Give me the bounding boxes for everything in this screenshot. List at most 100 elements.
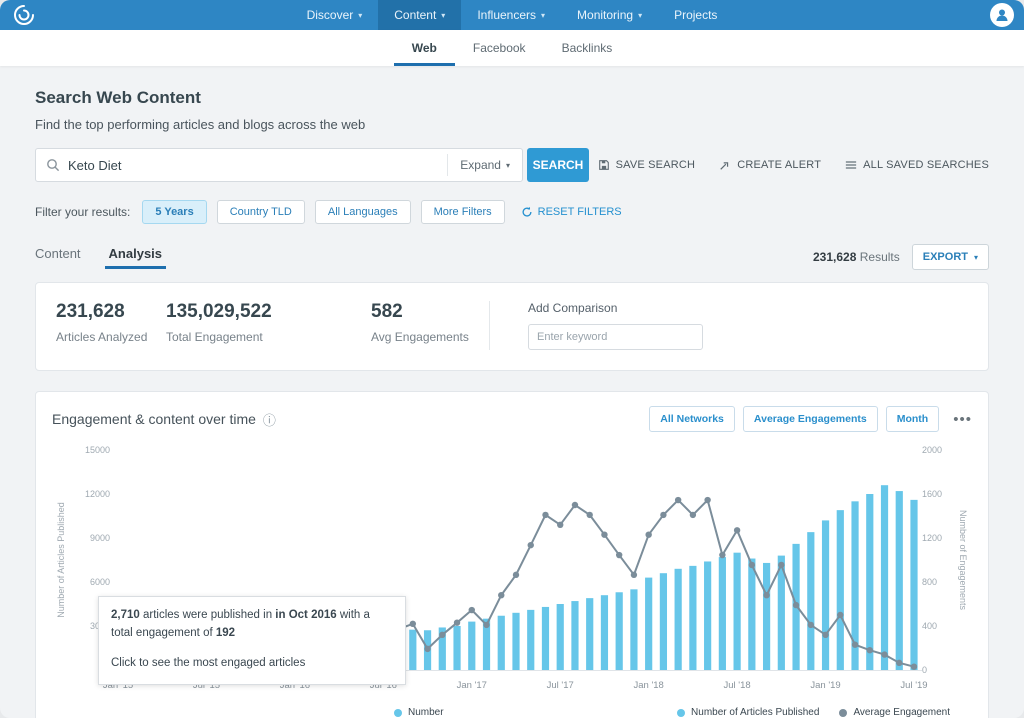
search-icon	[36, 158, 68, 172]
legend-label: Number of Articles Published	[691, 707, 819, 718]
svg-text:Number of Articles Published: Number of Articles Published	[56, 502, 66, 618]
filter-chip-country-tld[interactable]: Country TLD	[217, 200, 305, 224]
legend-label: Average Engagement	[853, 707, 950, 718]
results-label: Results	[860, 250, 900, 264]
info-icon[interactable]: ⓘ	[263, 410, 276, 429]
results-wrap: 231,628 Results EXPORT ▾	[813, 244, 989, 270]
nav-item-content[interactable]: Content ▾	[378, 0, 461, 30]
nav-item-discover[interactable]: Discover ▾	[291, 0, 379, 30]
stat-avg-engagements: 582 Avg Engagements	[371, 301, 489, 344]
svg-text:2000: 2000	[922, 446, 942, 455]
comparison-keyword-input[interactable]	[528, 324, 703, 350]
nav-label: Discover	[307, 8, 354, 22]
filter-chip-more-filters[interactable]: More Filters	[421, 200, 505, 224]
svg-text:Jul '17: Jul '17	[547, 680, 574, 691]
chart-controls: All Networks Average Engagements Month •…	[649, 406, 972, 432]
svg-text:Jan '18: Jan '18	[633, 680, 663, 691]
engagement-chart-card: Engagement & content over time ⓘ All Net…	[35, 391, 989, 718]
logo-swirl-icon	[12, 3, 36, 27]
svg-text:Jul '18: Jul '18	[724, 680, 751, 691]
legend-label: Number of Articles Published	[408, 707, 446, 718]
stat-value: 135,029,522	[166, 301, 371, 323]
chart-header: Engagement & content over time ⓘ All Net…	[52, 406, 972, 432]
search-input[interactable]	[68, 158, 447, 173]
filter-chip-5-years[interactable]: 5 Years	[142, 200, 206, 224]
nav-label: Content	[394, 8, 436, 22]
add-comparison: Add Comparison	[510, 301, 703, 350]
svg-text:1200: 1200	[922, 533, 942, 543]
expand-toggle[interactable]: Expand ▾	[447, 154, 522, 176]
all-saved-searches-button[interactable]: ALL SAVED SEARCHES	[845, 159, 989, 171]
search-box: Expand ▾	[35, 148, 523, 182]
legend-item-truncated[interactable]: Number of Articles Published	[394, 707, 446, 718]
nav-items: Discover ▾ Content ▾ Influencers ▾ Monit…	[0, 0, 1024, 30]
create-alert-label: CREATE ALERT	[737, 159, 821, 171]
svg-text:Number of Engagements: Number of Engagements	[958, 510, 968, 611]
chart-tooltip: 2,710 articles were published in in Oct …	[98, 596, 406, 685]
top-navigation: Discover ▾ Content ▾ Influencers ▾ Monit…	[0, 0, 1024, 30]
main-content: Search Web Content Find the top performi…	[0, 88, 1024, 718]
month-button[interactable]: Month	[886, 406, 940, 432]
legend-item-engagement[interactable]: Average Engagement	[839, 707, 950, 718]
svg-text:Jan '17: Jan '17	[457, 680, 487, 691]
nav-item-influencers[interactable]: Influencers ▾	[461, 0, 561, 30]
buzzsumo-logo[interactable]	[12, 3, 36, 32]
svg-text:12000: 12000	[85, 489, 110, 499]
list-icon	[845, 159, 857, 171]
search-row: Expand ▾ SEARCH SAVE SEARCH	[35, 148, 989, 182]
add-comparison-label: Add Comparison	[528, 301, 703, 315]
chevron-down-icon: ▾	[506, 161, 510, 170]
average-engagements-button[interactable]: Average Engagements	[743, 406, 878, 432]
stat-label: Avg Engagements	[371, 330, 489, 344]
stat-label: Total Engagement	[166, 330, 371, 344]
chart-area[interactable]: 0300060009000120001500004008001200160020…	[52, 446, 972, 701]
svg-text:400: 400	[922, 621, 937, 631]
chevron-down-icon: ▾	[974, 253, 978, 262]
export-label: EXPORT	[923, 251, 968, 263]
expand-label: Expand	[460, 158, 501, 172]
subtab-web[interactable]: Web	[394, 30, 455, 66]
reset-filters-label: RESET FILTERS	[538, 206, 622, 218]
stat-value: 231,628	[56, 301, 166, 323]
results-count: 231,628 Results	[813, 250, 900, 264]
filter-chip-all-languages[interactable]: All Languages	[315, 200, 411, 224]
svg-text:15000: 15000	[85, 446, 110, 455]
legend-dot-articles-icon	[677, 709, 685, 717]
svg-text:1600: 1600	[922, 489, 942, 499]
page-subtitle: Find the top performing articles and blo…	[35, 117, 989, 132]
chart-legend: Number of Articles Published Number of A…	[52, 703, 972, 718]
chart-title: Engagement & content over time ⓘ	[52, 410, 276, 429]
chevron-down-icon: ▾	[358, 11, 362, 20]
tab-content[interactable]: Content	[35, 246, 81, 269]
more-options-icon[interactable]: •••	[953, 411, 972, 428]
user-avatar[interactable]	[990, 3, 1014, 27]
stat-articles-analyzed: 231,628 Articles Analyzed	[56, 301, 166, 344]
search-actions: SAVE SEARCH CREATE ALERT ALL SAVED	[598, 159, 989, 171]
subtab-label: Web	[412, 41, 437, 55]
refresh-icon	[521, 206, 533, 218]
search-button[interactable]: SEARCH	[527, 148, 589, 182]
filter-row: Filter your results: 5 Years Country TLD…	[35, 200, 989, 224]
export-button[interactable]: EXPORT ▾	[912, 244, 989, 270]
subtab-facebook[interactable]: Facebook	[455, 30, 544, 66]
legend-right: Number of Articles Published Average Eng…	[677, 707, 950, 718]
chevron-down-icon: ▾	[541, 11, 545, 20]
nav-item-projects[interactable]: Projects	[658, 0, 733, 30]
svg-text:Jan '19: Jan '19	[810, 680, 840, 691]
create-alert-button[interactable]: CREATE ALERT	[719, 159, 821, 171]
nav-label: Influencers	[477, 8, 536, 22]
nav-item-monitoring[interactable]: Monitoring ▾	[561, 0, 658, 30]
all-networks-button[interactable]: All Networks	[649, 406, 735, 432]
tab-analysis[interactable]: Analysis	[109, 246, 162, 269]
legend-item-articles[interactable]: Number of Articles Published	[677, 707, 819, 718]
analysis-tabs-row: Content Analysis 231,628 Results EXPORT …	[35, 244, 989, 270]
svg-text:800: 800	[922, 577, 937, 587]
save-search-button[interactable]: SAVE SEARCH	[598, 159, 696, 171]
subtab-backlinks[interactable]: Backlinks	[544, 30, 631, 66]
reset-filters-button[interactable]: RESET FILTERS	[521, 206, 622, 218]
subtab-label: Backlinks	[562, 41, 613, 55]
nav-label: Monitoring	[577, 8, 633, 22]
person-icon	[994, 7, 1010, 23]
legend-dot-engagement-icon	[839, 709, 847, 717]
app-window: Discover ▾ Content ▾ Influencers ▾ Monit…	[0, 0, 1024, 718]
